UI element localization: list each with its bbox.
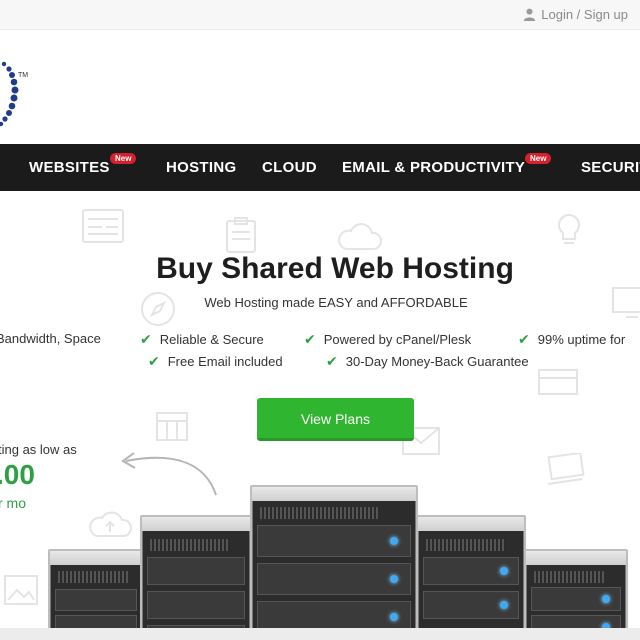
feature-item: ✔ Powered by cPanel/Plesk: [304, 331, 472, 347]
check-icon: ✔: [326, 353, 338, 369]
status-led-icon: [390, 575, 398, 583]
user-icon: [524, 8, 536, 21]
hero-section: Buy Shared Web Hosting Web Hosting made …: [0, 191, 640, 640]
nav-item-security[interactable]: SECURIT: [581, 144, 640, 191]
status-led-icon: [390, 613, 398, 621]
calendar-icon: [156, 412, 188, 441]
feature-item: ✔ Free Email included: [148, 353, 283, 369]
login-signup-link[interactable]: Login / Sign up: [523, 7, 628, 22]
status-led-icon: [500, 601, 508, 609]
trademark-label: TM: [18, 72, 29, 79]
header-logo-area: TM: [0, 30, 640, 144]
cloud-icon: [338, 223, 382, 250]
feature-item: ✔ Reliable & Secure: [140, 331, 264, 347]
feature-item: ✔ 99% uptime for: [518, 331, 626, 347]
curved-arrow-icon: [121, 452, 217, 496]
starting-price: .00: [0, 459, 35, 490]
check-icon: ✔: [518, 331, 530, 347]
status-led-icon: [602, 595, 610, 603]
laptop-icon: [547, 453, 585, 485]
server-rack: [250, 485, 418, 640]
top-utility-bar: Login / Sign up: [0, 0, 640, 30]
nav-item-websites[interactable]: WEBSITES: [29, 144, 110, 191]
new-badge: New: [110, 153, 137, 164]
nav-item-email-productivity[interactable]: EMAIL & PRODUCTIVITY: [342, 144, 525, 191]
lightbulb-icon: [558, 213, 580, 244]
nav-item-cloud[interactable]: CLOUD: [262, 144, 317, 191]
server-rack: [416, 515, 526, 640]
clipboard-icon: [226, 217, 256, 253]
status-led-icon: [500, 567, 508, 575]
login-signup-label: Login / Sign up: [541, 7, 628, 22]
price-period: r mo: [0, 495, 26, 511]
server-rack: [140, 515, 252, 640]
hero-floor: [0, 628, 640, 640]
cloud-upload-icon: [89, 511, 132, 537]
hero-title: Buy Shared Web Hosting: [156, 252, 514, 285]
check-icon: ✔: [304, 331, 316, 347]
price-label: ting as low as: [0, 442, 77, 457]
wallet-icon: [538, 369, 578, 395]
hero-subtitle: Web Hosting made EASY and AFFORDABLE: [204, 295, 468, 310]
status-led-icon: [390, 537, 398, 545]
view-plans-button[interactable]: View Plans: [257, 398, 414, 441]
nav-item-hosting[interactable]: HOSTING: [166, 144, 236, 191]
document-icon: [82, 209, 124, 243]
main-nav: S WEBSITES New HOSTING CLOUD EMAIL & PRO…: [0, 144, 640, 191]
image-icon: [4, 575, 38, 605]
server-rack: [524, 549, 628, 640]
new-badge: New: [525, 153, 552, 164]
feature-item: Bandwidth, Space: [0, 331, 101, 346]
server-rack: [48, 549, 144, 640]
feature-item: ✔ 30-Day Money-Back Guarantee: [326, 353, 529, 369]
check-icon: ✔: [140, 331, 152, 347]
check-icon: ✔: [148, 353, 160, 369]
